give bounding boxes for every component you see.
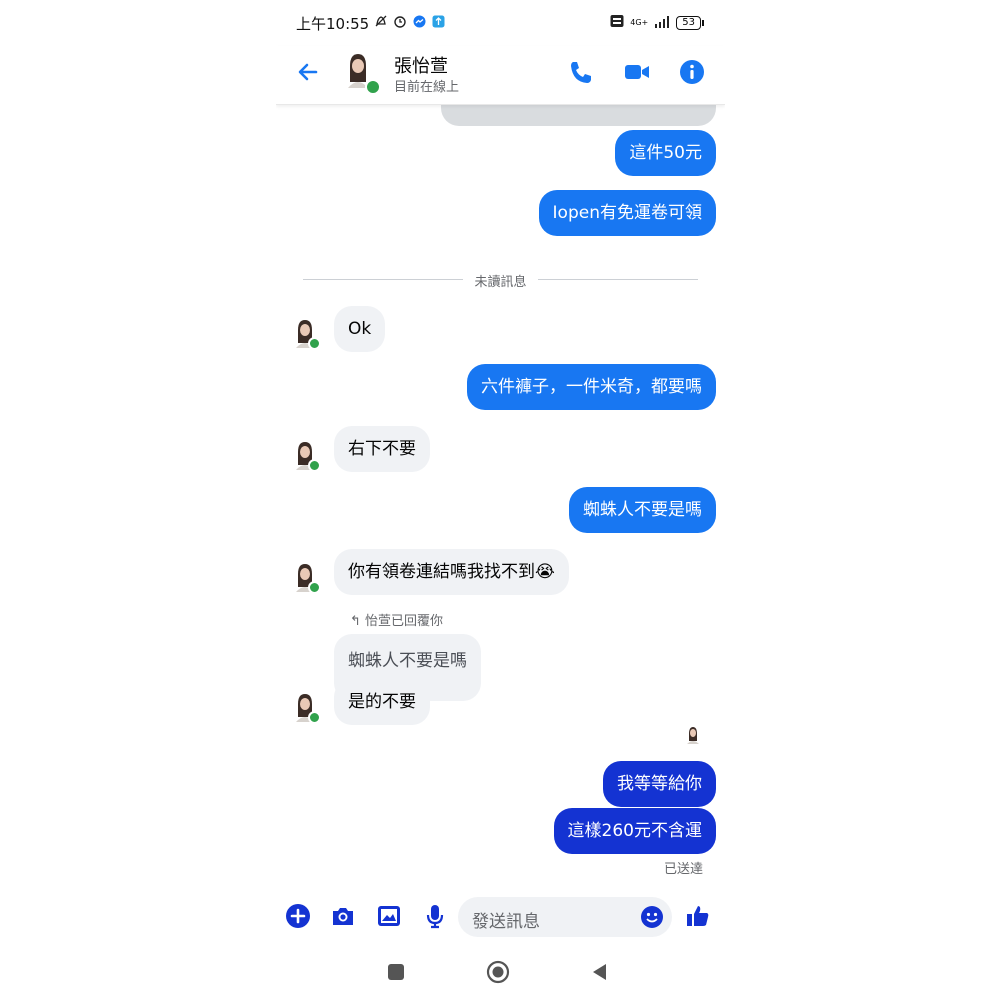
alarm-icon bbox=[393, 14, 407, 28]
unread-label: 未讀訊息 bbox=[474, 275, 527, 290]
message-composer: 發送訊息 bbox=[276, 893, 725, 943]
mute-icon bbox=[374, 14, 388, 28]
home-icon[interactable] bbox=[486, 960, 510, 984]
unread-divider: 未讀訊息 bbox=[303, 270, 698, 290]
battery-indicator: 53 bbox=[676, 15, 704, 30]
emoji-icon[interactable] bbox=[640, 905, 664, 929]
info-icon[interactable] bbox=[678, 58, 706, 86]
divider-line bbox=[538, 279, 698, 280]
contact-avatar-small[interactable] bbox=[293, 562, 321, 594]
status-time: 上午10:55 bbox=[296, 15, 370, 33]
conversation-header: 張怡萱 目前在線上 bbox=[276, 46, 725, 105]
back-arrow-icon[interactable] bbox=[294, 58, 322, 86]
gallery-icon[interactable] bbox=[375, 902, 403, 930]
incoming-message[interactable]: 右下不要 bbox=[334, 426, 430, 472]
outgoing-message[interactable]: 六件褲子，一件米奇，都要嗎 bbox=[467, 364, 716, 410]
outgoing-message[interactable]: 蜘蛛人不要是嗎 bbox=[569, 487, 716, 533]
video-call-icon[interactable] bbox=[623, 58, 651, 86]
volte-icon bbox=[610, 13, 624, 32]
contact-avatar-small[interactable] bbox=[293, 318, 321, 350]
upload-icon bbox=[431, 14, 445, 28]
status-bar: 上午10:55 4G+ 53 bbox=[276, 0, 725, 46]
like-thumb-icon[interactable] bbox=[684, 902, 712, 930]
online-indicator bbox=[308, 711, 321, 724]
incoming-message[interactable]: Ok bbox=[334, 306, 386, 352]
contact-avatar[interactable] bbox=[344, 52, 381, 95]
contact-avatar-small[interactable] bbox=[293, 692, 321, 724]
incoming-message[interactable]: 你有領卷連結嗎我找不到😭 bbox=[334, 549, 569, 595]
online-indicator bbox=[308, 581, 321, 594]
outgoing-message[interactable]: 我等等給你 bbox=[603, 761, 716, 807]
system-indicators: 4G+ 53 bbox=[610, 13, 704, 32]
outgoing-message[interactable]: 這樣260元不含運 bbox=[553, 808, 716, 854]
plus-icon[interactable] bbox=[284, 902, 312, 930]
presence-status: 目前在線上 bbox=[394, 80, 460, 95]
notification-icons bbox=[374, 14, 445, 28]
reply-indicator: ↰ 怡萱已回覆你 bbox=[350, 610, 443, 629]
back-nav-icon[interactable] bbox=[588, 960, 612, 984]
reply-arrow-icon: ↰ bbox=[350, 614, 361, 629]
online-indicator bbox=[365, 79, 381, 95]
messenger-icon bbox=[412, 14, 426, 28]
message-input[interactable]: 發送訊息 bbox=[458, 897, 672, 937]
messenger-screen: 上午10:55 4G+ 53 張怡萱 目前在線上 這件50元 Iopen有免運卷… bbox=[276, 0, 725, 1000]
seen-avatar bbox=[686, 726, 700, 744]
contact-avatar-small[interactable] bbox=[293, 440, 321, 472]
network-type: 4G+ bbox=[630, 18, 649, 27]
recent-apps-icon[interactable] bbox=[384, 960, 408, 984]
online-indicator bbox=[308, 459, 321, 472]
reply-note-text: 怡萱已回覆你 bbox=[365, 614, 444, 629]
online-indicator bbox=[308, 337, 321, 350]
camera-icon[interactable] bbox=[329, 902, 357, 930]
microphone-icon[interactable] bbox=[421, 902, 449, 930]
outgoing-message[interactable]: Iopen有免運卷可領 bbox=[538, 190, 716, 236]
outgoing-message[interactable]: 這件50元 bbox=[615, 130, 716, 176]
contact-name[interactable]: 張怡萱 bbox=[394, 52, 448, 78]
delivery-status: 已送達 bbox=[663, 862, 703, 877]
signal-icon bbox=[654, 13, 670, 32]
phone-call-icon[interactable] bbox=[567, 58, 595, 86]
message-input-placeholder: 發送訊息 bbox=[472, 912, 540, 932]
system-nav-bar bbox=[276, 950, 725, 995]
incoming-reply-message[interactable]: 是的不要 bbox=[334, 679, 430, 725]
